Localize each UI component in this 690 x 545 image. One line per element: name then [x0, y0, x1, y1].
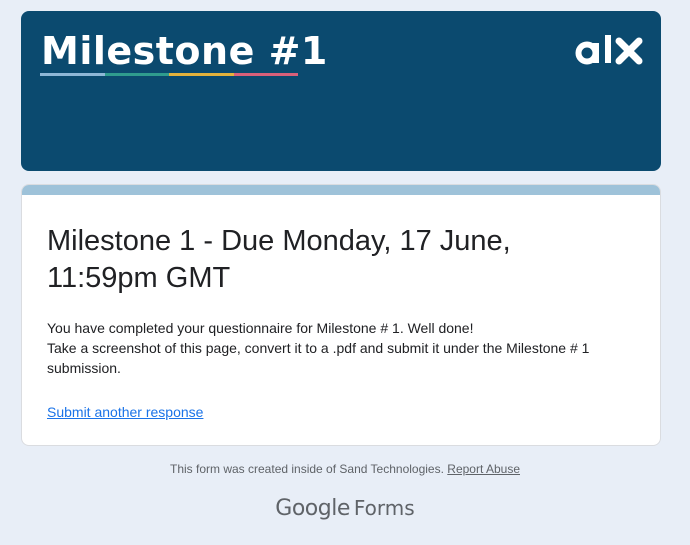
brand-google-text: Google — [275, 496, 350, 521]
form-header-banner: Milestone #1 — [21, 11, 661, 171]
confirmation-message: You have completed your questionnaire fo… — [47, 318, 647, 378]
footer-notice: This form was created inside of Sand Tec… — [0, 461, 690, 477]
form-title: Milestone 1 - Due Monday, 17 June, 11:59… — [47, 225, 511, 294]
brand-forms-text: Forms — [353, 496, 415, 520]
alx-logo-icon — [575, 35, 643, 65]
underline-segment — [233, 73, 298, 76]
footer-notice-text: This form was created inside of Sand Tec… — [170, 462, 444, 476]
banner-title: Milestone #1 — [41, 29, 328, 73]
confirmation-card: Milestone 1 - Due Monday, 17 June, 11:59… — [21, 184, 661, 446]
underline-segment — [169, 73, 234, 76]
underline-segment — [40, 73, 105, 76]
confirmation-line: Take a screenshot of this page, convert … — [47, 340, 590, 376]
card-accent-bar — [22, 185, 660, 195]
submit-another-response-link[interactable]: Submit another response — [47, 402, 203, 422]
google-forms-logo[interactable]: Google Forms — [0, 496, 690, 521]
confirmation-line: You have completed your questionnaire fo… — [47, 320, 474, 336]
underline-segment — [104, 73, 169, 76]
report-abuse-link[interactable]: Report Abuse — [447, 462, 520, 476]
banner-underline — [40, 73, 298, 76]
